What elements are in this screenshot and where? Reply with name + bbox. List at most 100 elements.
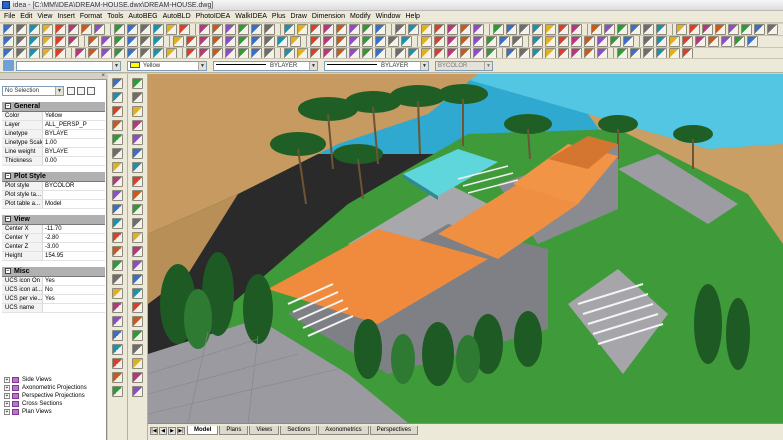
toolbar-tool-icon[interactable]	[153, 48, 164, 58]
toolbar-tool-icon[interactable]	[434, 24, 445, 35]
property-value[interactable]: BYLAYE	[43, 130, 105, 138]
vertical-tool-icon[interactable]	[112, 246, 123, 257]
vertical-tool-icon[interactable]	[112, 330, 123, 341]
property-row[interactable]: Layer ALL_PERSP_P	[2, 121, 105, 130]
toolbar-tool-icon[interactable]	[558, 24, 569, 35]
vertical-tool-icon[interactable]	[112, 302, 123, 313]
property-value[interactable]: 1.00	[43, 139, 105, 147]
toolbar-tool-icon[interactable]	[486, 48, 497, 58]
toolbar-tool-icon[interactable]	[140, 36, 151, 47]
toolbar-tool-icon[interactable]	[199, 48, 210, 58]
vertical-tool-icon[interactable]	[132, 358, 143, 369]
toolbar-tool-icon[interactable]	[114, 48, 125, 58]
toolbar-tool-icon[interactable]	[238, 36, 249, 47]
toolbar-tool-icon[interactable]	[310, 36, 321, 47]
toolbar-tool-icon[interactable]	[401, 36, 412, 47]
property-row[interactable]: Color Yellow	[2, 112, 105, 121]
vertical-tool-icon[interactable]	[132, 260, 143, 271]
tab-perspectives[interactable]: Perspectives	[369, 426, 418, 435]
toolbar-tool-icon[interactable]	[153, 24, 164, 35]
property-value[interactable]: BYLAYE	[43, 148, 105, 156]
toolbar-tool-icon[interactable]	[558, 36, 569, 47]
vertical-tool-icon[interactable]	[132, 288, 143, 299]
toolbar-tool-icon[interactable]	[42, 36, 53, 47]
toolbar-tool-icon[interactable]	[728, 24, 739, 35]
toolbar-tool-icon[interactable]	[558, 48, 569, 58]
toolbar-tool-icon[interactable]	[682, 36, 693, 47]
toolbar-tool-icon[interactable]	[199, 24, 210, 35]
toolbar-tool-icon[interactable]	[715, 24, 726, 35]
toolbar-tool-icon[interactable]	[447, 48, 458, 58]
toolbar-tool-icon[interactable]	[767, 24, 778, 35]
toolbar-tool-icon[interactable]	[166, 24, 177, 35]
toolbar-tool-icon[interactable]	[375, 24, 386, 35]
vertical-tool-icon[interactable]	[112, 134, 123, 145]
toolbar-tool-icon[interactable]	[55, 48, 66, 58]
vertical-tool-icon[interactable]	[132, 190, 143, 201]
toolbar-tool-icon[interactable]	[336, 36, 347, 47]
vertical-tool-icon[interactable]	[112, 372, 123, 383]
vertical-tool-icon[interactable]	[132, 134, 143, 145]
menu-tools[interactable]: Tools	[107, 13, 128, 20]
toolbar-tool-icon[interactable]	[127, 24, 138, 35]
toolbar-tool-icon[interactable]	[29, 36, 40, 47]
toolbar-tool-icon[interactable]	[434, 36, 445, 47]
tree-item[interactable]: + Side Views	[4, 376, 104, 384]
toolbar-tool-icon[interactable]	[643, 24, 654, 35]
vertical-tool-icon[interactable]	[132, 232, 143, 243]
toolbar-tool-icon[interactable]	[695, 36, 706, 47]
toolbar-tool-icon[interactable]	[656, 24, 667, 35]
toolbar-tool-icon[interactable]	[571, 24, 582, 35]
section-view[interactable]: − View	[2, 215, 105, 225]
close-icon[interactable]: ×	[101, 73, 105, 79]
toolbar-tool-icon[interactable]	[88, 36, 99, 47]
property-value[interactable]: 0.00	[43, 157, 105, 165]
menu-autobeg[interactable]: AutoBEG	[128, 13, 162, 20]
collapse-icon[interactable]: −	[5, 103, 11, 110]
vertical-tool-icon[interactable]	[112, 358, 123, 369]
toolbar-tool-icon[interactable]	[166, 48, 177, 58]
toolbar-tool-icon[interactable]	[421, 36, 432, 47]
toolbar-tool-icon[interactable]	[689, 24, 700, 35]
toolbar-tool-icon[interactable]	[251, 36, 262, 47]
toolbar-tool-icon[interactable]	[734, 36, 745, 47]
toolbar-tool-icon[interactable]	[29, 48, 40, 58]
lineweight-combo[interactable]: BYLAYER ▼	[324, 60, 429, 71]
toolbar-tool-icon[interactable]	[571, 36, 582, 47]
vertical-tool-icon[interactable]	[132, 316, 143, 327]
toolbar-tool-icon[interactable]	[747, 36, 758, 47]
toolbar-tool-icon[interactable]	[512, 36, 523, 47]
toolbar-tool-icon[interactable]	[3, 24, 14, 35]
toolbar-tool-icon[interactable]	[297, 48, 308, 58]
vertical-tool-icon[interactable]	[112, 274, 123, 285]
menu-autobld[interactable]: AutoBLD	[163, 13, 196, 20]
toolbar-tool-icon[interactable]	[3, 36, 14, 47]
vertical-tool-icon[interactable]	[112, 120, 123, 131]
toolbar-tool-icon[interactable]	[186, 36, 197, 47]
property-value[interactable]: Yellow	[43, 112, 105, 120]
property-row[interactable]: Plot table a... Model	[2, 200, 105, 209]
toolbar-tool-icon[interactable]	[16, 36, 27, 47]
vertical-tool-icon[interactable]	[132, 372, 143, 383]
toolbar-tool-icon[interactable]	[140, 48, 151, 58]
toolbar-tool-icon[interactable]	[610, 36, 621, 47]
menu-window[interactable]: Window	[376, 13, 406, 20]
vertical-tool-icon[interactable]	[132, 78, 143, 89]
vertical-tool-icon[interactable]	[112, 204, 123, 215]
property-value[interactable]: 154.95	[43, 252, 105, 260]
vertical-tool-icon[interactable]	[132, 302, 143, 313]
toolbar-tool-icon[interactable]	[42, 24, 53, 35]
toolbar-tool-icon[interactable]	[702, 24, 713, 35]
expand-icon[interactable]: +	[4, 385, 10, 391]
tab-model[interactable]: Model	[187, 426, 219, 435]
toolbar-tool-icon[interactable]	[238, 48, 249, 58]
toolbar-tool-icon[interactable]	[310, 24, 321, 35]
toolbar-tool-icon[interactable]	[630, 48, 641, 58]
toolbar-tool-icon[interactable]	[101, 36, 112, 47]
toolbar-tool-icon[interactable]	[597, 48, 608, 58]
toolbar-tool-icon[interactable]	[297, 24, 308, 35]
property-value[interactable]: Model	[43, 200, 105, 208]
vertical-tool-icon[interactable]	[112, 106, 123, 117]
vertical-tool-icon[interactable]	[132, 162, 143, 173]
selection-combo[interactable]: No Selection ▼	[2, 86, 64, 96]
